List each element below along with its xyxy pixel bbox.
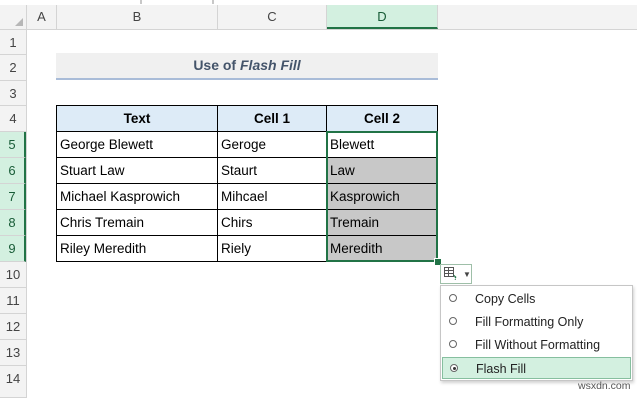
row-header-4[interactable]: 4 (0, 106, 26, 132)
spreadsheet: A B C D 1 2 3 4 5 6 7 8 9 10 11 12 13 14… (0, 0, 637, 398)
chevron-down-icon: ▼ (463, 270, 471, 279)
menu-item-label: Copy Cells (475, 292, 536, 306)
header-cell-cell2[interactable]: Cell 2 (327, 106, 438, 132)
divider (140, 0, 142, 4)
select-all-icon (15, 18, 23, 26)
header-cell-text[interactable]: Text (57, 106, 218, 132)
divider (212, 0, 214, 4)
sheet-title[interactable]: Use of Flash Fill (56, 53, 438, 80)
table-cell[interactable]: Stuart Law (57, 158, 218, 184)
menu-item-copy-cells[interactable]: Copy Cells (442, 288, 631, 310)
radio-selected-icon (450, 364, 458, 372)
column-header-d[interactable]: D (327, 5, 438, 29)
column-header-c[interactable]: C (218, 5, 327, 29)
row-header-5[interactable]: 5 (0, 132, 26, 158)
column-header-bar: A B C D (0, 5, 637, 30)
select-all-button[interactable] (0, 5, 27, 29)
flash-fill-options-button[interactable]: ▼ (440, 264, 472, 284)
menu-item-flash-fill[interactable]: Flash Fill (442, 357, 631, 379)
table-cell[interactable]: Chirs (218, 210, 327, 236)
column-header-a[interactable]: A (27, 5, 57, 29)
radio-unselected-icon (449, 317, 457, 325)
radio-unselected-icon (449, 294, 457, 302)
row-header-10[interactable]: 10 (0, 262, 26, 288)
menu-item-fill-without-formatting[interactable]: Fill Without Formatting (442, 334, 631, 356)
row-header-13[interactable]: 13 (0, 340, 26, 366)
title-prefix: Use of (193, 57, 237, 73)
row-header-12[interactable]: 12 (0, 314, 26, 340)
menu-item-fill-formatting-only[interactable]: Fill Formatting Only (442, 311, 631, 333)
row-header-3[interactable]: 3 (0, 81, 26, 106)
table-cell-flash-filled[interactable]: Law (327, 158, 438, 184)
row-header-1[interactable]: 1 (0, 30, 26, 55)
table-cell[interactable]: Riley Meredith (57, 236, 218, 262)
flash-fill-options-icon (444, 267, 457, 280)
table-cell-active[interactable]: Blewett (327, 132, 438, 158)
menu-item-label: Fill Without Formatting (475, 338, 601, 352)
row-header-8[interactable]: 8 (0, 210, 26, 236)
table-cell-flash-filled[interactable]: Tremain (327, 210, 438, 236)
row-header-14[interactable]: 14 (0, 366, 26, 398)
table-cell[interactable]: Staurt (218, 158, 327, 184)
watermark: wsxdn.com (578, 380, 631, 392)
table-cell[interactable]: Mihcael (218, 184, 327, 210)
column-header-b[interactable]: B (57, 5, 218, 29)
title-emphasis: Flash Fill (240, 57, 301, 73)
table-cell[interactable]: Geroge (218, 132, 327, 158)
table-cell[interactable]: George Blewett (57, 132, 218, 158)
menu-item-label: Fill Formatting Only (475, 315, 584, 329)
row-header-7[interactable]: 7 (0, 184, 26, 210)
row-header-6[interactable]: 6 (0, 158, 26, 184)
row-header-2[interactable]: 2 (0, 55, 26, 81)
table-cell-flash-filled[interactable]: Meredith (327, 236, 438, 262)
row-header-11[interactable]: 11 (0, 288, 26, 314)
row-header-bar: 1 2 3 4 5 6 7 8 9 10 11 12 13 14 (0, 30, 27, 398)
table-cell[interactable]: Chris Tremain (57, 210, 218, 236)
menu-item-label: Flash Fill (476, 362, 527, 376)
table-cell-flash-filled[interactable]: Kasprowich (327, 184, 438, 210)
table-cell[interactable]: Riely (218, 236, 327, 262)
flash-fill-options-menu: Copy Cells Fill Formatting Only Fill Wit… (440, 285, 633, 381)
table-cell[interactable]: Michael Kasprowich (57, 184, 218, 210)
header-cell-cell1[interactable]: Cell 1 (218, 106, 327, 132)
row-header-9[interactable]: 9 (0, 236, 26, 262)
radio-unselected-icon (449, 340, 457, 348)
